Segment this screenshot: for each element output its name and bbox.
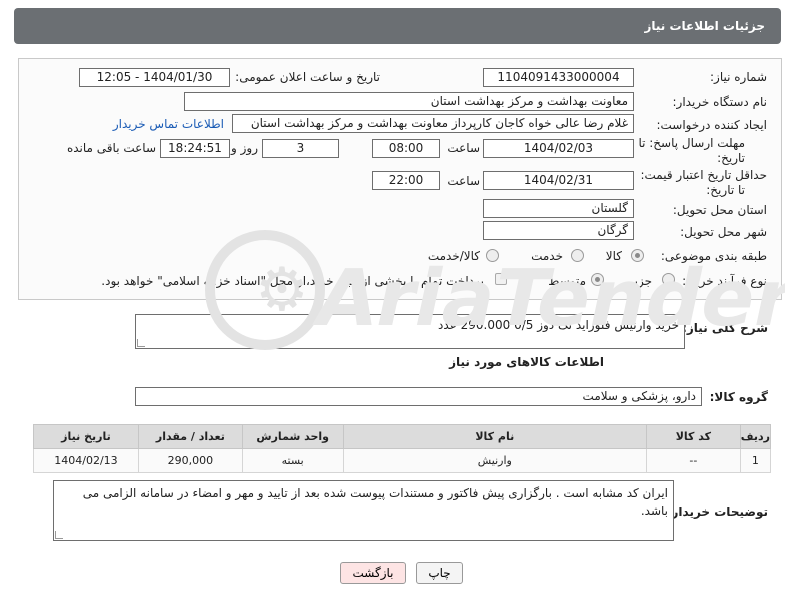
category-goods-service-label: کالا/خدمت — [427, 249, 480, 263]
cell-row-number: 1 — [739, 448, 772, 473]
city-label: شهر محل تحویل: — [680, 225, 767, 239]
province-field: گلستان — [483, 199, 634, 218]
cell-need-date: 1404/02/13 — [33, 448, 139, 473]
buyer-contact-link[interactable]: اطلاعات تماس خریدار — [113, 117, 224, 131]
buyer-notes-text: ایران کد مشابه است . بارگزاری پیش فاکتور… — [82, 486, 668, 518]
deadline-date-field: 1404/02/03 — [483, 139, 634, 158]
page-header: جزئیات اطلاعات نیاز — [14, 8, 781, 44]
treasury-payment-note: پرداخت تمام یا بخشی از مبلغ خرید،از محل … — [101, 274, 484, 288]
price-valid-date-field: 1404/02/31 — [483, 171, 634, 190]
days-label: روز و — [231, 141, 258, 155]
cell-goods-code: -- — [645, 448, 741, 473]
need-description-textarea[interactable]: خرید وارنیش فلوراید تک دوز 0/5 290.000 ع… — [135, 314, 685, 349]
goods-table: ردیف کد کالا نام کالا واحد شمارش تعداد /… — [33, 424, 772, 473]
goods-group-field: دارو، پزشکی و سلامت — [135, 387, 702, 406]
price-valid-time-label: ساعت — [447, 174, 480, 188]
deadline-time-field: 08:00 — [372, 139, 440, 158]
col-need-date: تاریخ نیاز — [33, 424, 139, 449]
announce-date-field: 1404/01/30 - 12:05 — [79, 68, 230, 87]
days-remaining-field: 3 — [262, 139, 339, 158]
resize-grip-icon[interactable] — [55, 531, 63, 539]
cell-quantity: 290,000 — [137, 448, 243, 473]
goods-table-header-row: ردیف کد کالا نام کالا واحد شمارش تعداد /… — [33, 424, 772, 449]
process-type-label: نوع فرآیند خرید : — [682, 274, 767, 288]
table-row[interactable]: 1 -- وارنیش بسته 290,000 1404/02/13 — [33, 448, 772, 473]
process-medium-label: متوسط — [548, 274, 586, 288]
buyer-org-label: نام دستگاه خریدار: — [672, 95, 768, 109]
buyer-notes-label: توضیحات خریدار: — [666, 505, 768, 519]
category-goods-radio[interactable] — [631, 249, 644, 262]
time-remaining-field: 18:24:51 — [160, 139, 230, 158]
col-goods-code: کد کالا — [645, 424, 741, 449]
page-title: جزئیات اطلاعات نیاز — [644, 19, 765, 33]
col-quantity: تعداد / مقدار — [137, 424, 243, 449]
goods-group-label: گروه کالا: — [709, 390, 768, 404]
need-number-label: شماره نیاز: — [710, 70, 767, 84]
deadline-time-label: ساعت — [447, 141, 480, 155]
category-service-label: خدمت — [531, 249, 563, 263]
cell-unit: بسته — [241, 448, 344, 473]
buyer-org-field: معاونت بهداشت و مرکز بهداشت استان — [184, 92, 634, 111]
goods-section-title: اطلاعات کالاهای مورد نیاز — [449, 355, 604, 369]
category-service-radio[interactable] — [571, 249, 584, 262]
col-unit: واحد شمارش — [241, 424, 344, 449]
col-goods-name: نام کالا — [342, 424, 647, 449]
city-field: گرگان — [483, 221, 634, 240]
category-goods-service-radio[interactable] — [486, 249, 499, 262]
province-label: استان محل تحویل: — [672, 203, 767, 217]
cell-goods-name: وارنیش — [342, 448, 647, 473]
process-minor-label: جزیی — [624, 274, 652, 288]
process-medium-radio[interactable] — [591, 273, 604, 286]
category-label: طبقه بندی موضوعی: — [660, 249, 767, 263]
back-button[interactable]: بازگشت — [340, 562, 406, 584]
resize-grip-icon[interactable] — [137, 339, 145, 347]
price-valid-label-line1: حداقل تاریخ اعتبار قیمت: — [640, 168, 767, 182]
price-valid-label-line2: تا تاریخ: — [706, 183, 745, 197]
print-button[interactable]: چاپ — [416, 562, 463, 584]
time-remaining-label: ساعت باقی مانده — [66, 141, 156, 155]
deadline-label-line1: مهلت ارسال پاسخ: تا — [638, 136, 745, 150]
need-description-label: شرح کلی نیاز: — [682, 321, 768, 335]
col-row-number: ردیف — [739, 424, 772, 449]
treasury-payment-checkbox[interactable] — [495, 273, 507, 285]
need-number-field: 1104091433000004 — [483, 68, 634, 87]
deadline-label-line2: تاریخ: — [717, 151, 745, 165]
buyer-notes-textarea[interactable]: ایران کد مشابه است . بارگزاری پیش فاکتور… — [53, 480, 674, 541]
requester-label: ایجاد کننده درخواست: — [656, 118, 767, 132]
price-valid-time-field: 22:00 — [372, 171, 440, 190]
requester-field: غلام رضا عالی خواه کاجان کارپرداز معاونت… — [232, 114, 634, 133]
need-description-text: خرید وارنیش فلوراید تک دوز 0/5 290.000 ع… — [437, 318, 679, 332]
announce-date-label: تاریخ و ساعت اعلان عمومی: — [235, 70, 380, 84]
process-minor-radio[interactable] — [662, 273, 675, 286]
category-goods-label: کالا — [605, 249, 622, 263]
